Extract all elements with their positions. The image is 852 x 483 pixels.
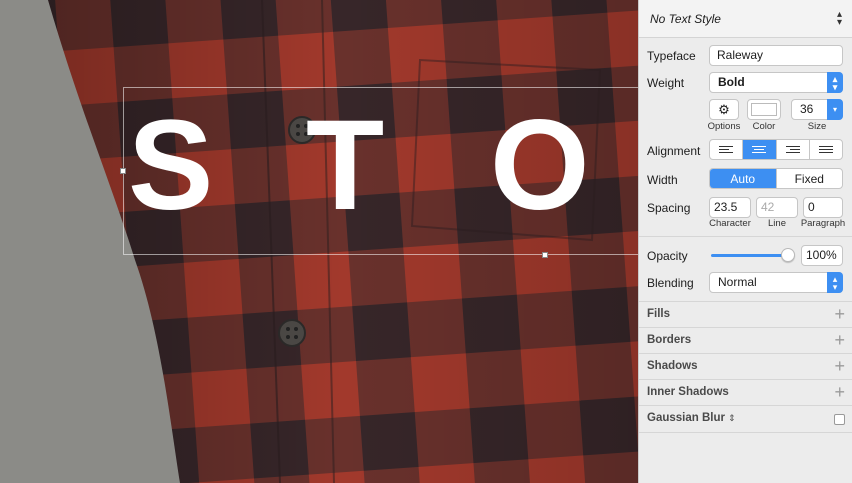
borders-section[interactable]: Borders + xyxy=(639,327,852,354)
add-shadow-plus-icon[interactable]: + xyxy=(834,356,845,376)
alignment-label: Alignment xyxy=(647,144,701,158)
design-canvas[interactable]: S T O xyxy=(0,0,638,483)
opacity-slider-knob[interactable] xyxy=(781,248,795,262)
select-arrows-icon: ▴ ▾ xyxy=(827,72,843,93)
align-center-button[interactable] xyxy=(742,140,776,159)
paragraph-label: Paragraph xyxy=(800,218,846,229)
color-label: Color xyxy=(752,121,776,132)
add-inner-shadow-plus-icon[interactable]: + xyxy=(834,382,845,402)
selected-text-layer[interactable]: S T O xyxy=(123,87,638,255)
width-auto-button[interactable]: Auto xyxy=(710,169,776,188)
fills-title: Fills xyxy=(647,308,671,320)
letter-1: S xyxy=(128,94,214,237)
select-arrows-icon: ▴ ▾ xyxy=(827,272,843,293)
inner-shadows-section[interactable]: Inner Shadows + xyxy=(639,379,852,406)
text-style-label: No Text Style xyxy=(650,11,721,26)
divider xyxy=(639,236,852,237)
paragraph-spacing-field[interactable]: 0 xyxy=(803,197,843,218)
gaussian-blur-title[interactable]: Gaussian Blur ⇕ xyxy=(647,412,736,424)
typeface-field[interactable]: Raleway xyxy=(709,45,843,66)
text-style-picker[interactable]: No Text Style ▴ ▾ xyxy=(639,0,852,38)
letter-2: T xyxy=(306,94,385,237)
letter-3: O xyxy=(490,94,590,237)
font-size-value: 36 xyxy=(800,102,814,116)
width-fixed-button[interactable]: Fixed xyxy=(775,169,843,188)
typeface-label: Typeface xyxy=(647,49,696,63)
spacing-label: Spacing xyxy=(647,201,691,215)
updown-chevron-icon: ⇕ xyxy=(728,413,736,423)
updown-chevron-icon: ▴ ▾ xyxy=(836,8,842,28)
fills-section[interactable]: Fills + xyxy=(639,301,852,328)
shadows-section[interactable]: Shadows + xyxy=(639,353,852,380)
gaussian-blur-label: Gaussian Blur xyxy=(647,412,725,424)
options-label: Options xyxy=(707,121,741,132)
blending-label: Blending xyxy=(647,276,694,290)
align-right-icon xyxy=(785,145,800,153)
add-border-plus-icon[interactable]: + xyxy=(834,330,845,350)
gear-icon: ⚙ xyxy=(718,102,730,117)
width-segmented-control: Auto Fixed xyxy=(709,168,843,189)
opacity-label: Opacity xyxy=(647,249,688,263)
align-justify-button[interactable] xyxy=(808,140,842,159)
opacity-slider-track xyxy=(711,254,791,257)
alignment-segmented-control xyxy=(709,139,843,160)
resize-handle-bottom[interactable] xyxy=(542,252,548,258)
add-fill-plus-icon[interactable]: + xyxy=(834,304,845,324)
gaussian-blur-section[interactable]: Gaussian Blur ⇕ xyxy=(639,405,852,433)
inspector-panel: No Text Style ▴ ▾ Typeface Raleway Weight… xyxy=(638,0,852,483)
borders-title: Borders xyxy=(647,334,692,346)
width-label: Width xyxy=(647,173,678,187)
align-center-icon xyxy=(752,145,767,153)
weight-select[interactable]: Bold ▴ ▾ xyxy=(709,72,843,93)
weight-label: Weight xyxy=(647,76,685,90)
shadows-title: Shadows xyxy=(647,360,698,372)
align-left-icon xyxy=(719,145,734,153)
line-label: Line xyxy=(768,218,786,229)
blending-value: Normal xyxy=(718,275,757,289)
gaussian-blur-checkbox[interactable] xyxy=(834,414,845,425)
opacity-field[interactable]: 100% xyxy=(801,245,843,266)
character-spacing-field[interactable]: 23.5 xyxy=(709,197,751,218)
weight-value: Bold xyxy=(718,75,745,89)
color-well[interactable] xyxy=(747,99,781,120)
chevron-down-icon: ▾ xyxy=(827,99,843,120)
size-label: Size xyxy=(807,121,827,132)
character-label: Character xyxy=(709,218,751,229)
align-left-button[interactable] xyxy=(710,140,742,159)
inner-shadows-title: Inner Shadows xyxy=(647,386,729,398)
opacity-slider[interactable] xyxy=(711,247,795,263)
options-button[interactable]: ⚙ xyxy=(709,99,739,120)
font-size-combo[interactable]: 36 ▾ xyxy=(791,99,843,120)
color-swatch xyxy=(751,103,777,116)
line-spacing-field[interactable]: 42 xyxy=(756,197,798,218)
text-layer-content: S T O xyxy=(124,88,638,256)
resize-handle-left[interactable] xyxy=(120,168,126,174)
align-justify-icon xyxy=(818,145,833,153)
align-right-button[interactable] xyxy=(775,140,809,159)
blending-select[interactable]: Normal ▴ ▾ xyxy=(709,272,843,293)
